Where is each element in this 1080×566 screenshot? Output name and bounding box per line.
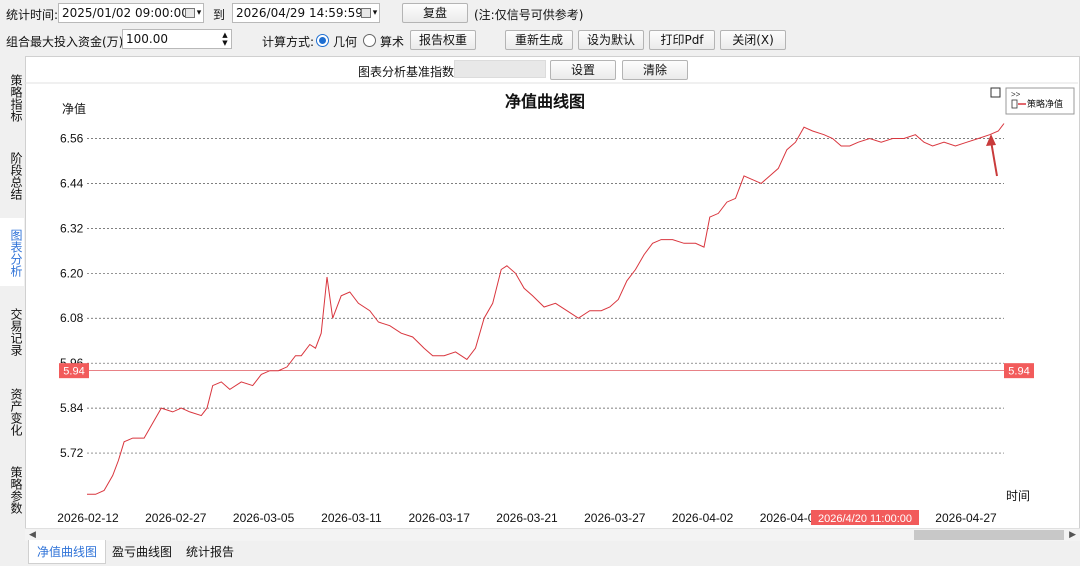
- x-tick-label: 2026-04-02: [672, 511, 734, 525]
- tab-net-value-chart[interactable]: 净值曲线图: [28, 540, 107, 564]
- crosshair-value-tag-right: 5.94: [1004, 363, 1034, 379]
- x-tick-label: 2026-03-21: [496, 511, 558, 525]
- chart-title: 净值曲线图: [505, 92, 585, 111]
- x-tick-label: 2026-02-27: [145, 511, 207, 525]
- legend[interactable]: >> 策略净值: [1005, 87, 1075, 115]
- legend-item-strategy-net-value: 策略净值: [1027, 98, 1063, 109]
- x-tick-label: 2026-02-12: [57, 511, 119, 525]
- x-axis-label: 时间: [1006, 489, 1030, 503]
- y-tick-label: 5.84: [60, 401, 84, 415]
- maximize-chart-icon[interactable]: [990, 87, 1001, 98]
- x-tick-label: 2026-03-17: [409, 511, 471, 525]
- y-tick-label: 6.56: [60, 131, 84, 145]
- y-tick-label: 6.20: [60, 266, 84, 280]
- x-tick-label: 2026-03-27: [584, 511, 646, 525]
- x-tick-label: 2026-03-05: [233, 511, 295, 525]
- crosshair-time-tag: 2026/4/20 11:00:00: [811, 510, 919, 525]
- net-value-chart: 净值曲线图 净值 时间 6.566.446.326.206.085.965.84…: [24, 82, 1078, 525]
- y-axis-label: 净值: [62, 101, 86, 116]
- y-tick-label: 6.44: [60, 176, 84, 190]
- annotation-arrow-icon: [986, 134, 998, 177]
- y-tick-label: 6.08: [60, 311, 84, 325]
- y-tick-label: 6.32: [60, 221, 84, 235]
- x-tick-label: 2026-03-11: [321, 511, 382, 525]
- crosshair-time-value: 2026/4/20 11:00:00: [818, 513, 912, 525]
- legend-toggle[interactable]: >>: [1011, 90, 1021, 99]
- y-tick-label: 5.72: [60, 446, 84, 460]
- scrollbar-thumb[interactable]: [914, 530, 1064, 540]
- crosshair-value-left: 5.94: [63, 366, 84, 378]
- x-tick-label: 2026-04-27: [935, 511, 997, 525]
- tab-pnl-chart[interactable]: 盈亏曲线图: [104, 540, 180, 564]
- crosshair-value-right: 5.94: [1008, 366, 1029, 378]
- crosshair-value-tag-left: 5.94: [59, 363, 89, 379]
- tab-stat-report[interactable]: 统计报告: [178, 540, 242, 564]
- scroll-right-icon[interactable]: ▶: [1069, 529, 1076, 541]
- series-line-strategy-net-value: [87, 123, 1005, 495]
